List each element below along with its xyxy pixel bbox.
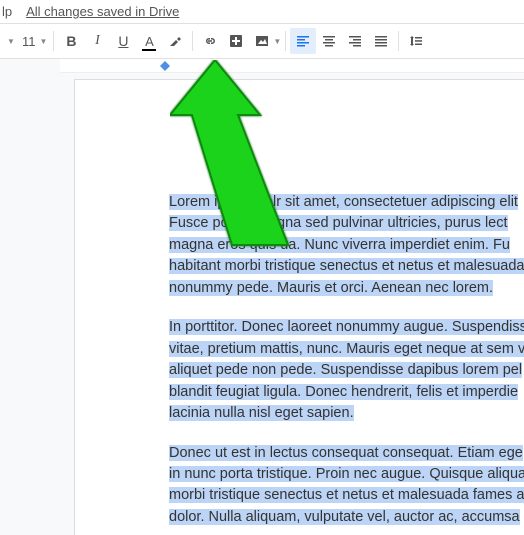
more-dropdown[interactable]: ▼ bbox=[2, 28, 20, 54]
document-canvas: Lorem ipsum dolr sit amet, consectetuer … bbox=[0, 59, 524, 535]
align-center-button[interactable] bbox=[316, 28, 342, 54]
save-status[interactable]: All changes saved in Drive bbox=[26, 4, 179, 19]
paragraph-2[interactable]: In porttitor. Donec laoreet nonummy augu… bbox=[169, 317, 524, 424]
separator bbox=[53, 31, 54, 51]
align-left-icon bbox=[295, 33, 311, 49]
align-justify-icon bbox=[373, 33, 389, 49]
chevron-down-icon: ▼ bbox=[40, 37, 48, 46]
help-menu[interactable]: lp bbox=[2, 4, 12, 19]
align-left-button[interactable] bbox=[290, 28, 316, 54]
separator bbox=[398, 31, 399, 51]
ruler[interactable] bbox=[60, 59, 524, 73]
chevron-down-icon: ▼ bbox=[7, 37, 15, 46]
align-justify-button[interactable] bbox=[368, 28, 394, 54]
separator bbox=[285, 31, 286, 51]
line-spacing-button[interactable] bbox=[403, 28, 429, 54]
page[interactable]: Lorem ipsum dolr sit amet, consectetuer … bbox=[74, 79, 524, 535]
underline-button[interactable]: U bbox=[110, 28, 136, 54]
bold-button[interactable]: B bbox=[58, 28, 84, 54]
indent-marker[interactable] bbox=[160, 61, 170, 71]
toolbar: ▼ 11 ▼ B I U A ▼ bbox=[0, 23, 524, 59]
image-button[interactable] bbox=[249, 28, 275, 54]
separator bbox=[192, 31, 193, 51]
image-icon bbox=[254, 33, 270, 49]
chevron-down-icon: ▼ bbox=[273, 37, 281, 46]
font-size-value: 11 bbox=[22, 34, 36, 49]
link-button[interactable] bbox=[197, 28, 223, 54]
menu-bar: lp All changes saved in Drive bbox=[0, 0, 524, 23]
paragraph-3[interactable]: Donec ut est in lectus consequat consequ… bbox=[169, 443, 524, 529]
paragraph-1[interactable]: Lorem ipsum dolr sit amet, consectetuer … bbox=[169, 192, 524, 299]
comment-icon bbox=[228, 33, 244, 49]
line-spacing-icon bbox=[408, 33, 424, 49]
align-right-button[interactable] bbox=[342, 28, 368, 54]
highlight-icon bbox=[167, 33, 183, 49]
comment-button[interactable] bbox=[223, 28, 249, 54]
link-icon bbox=[202, 33, 218, 49]
text-color-swatch bbox=[142, 49, 156, 51]
align-center-icon bbox=[321, 33, 337, 49]
italic-button[interactable]: I bbox=[84, 28, 110, 54]
highlight-button[interactable] bbox=[162, 28, 188, 54]
font-size-control[interactable]: 11 ▼ bbox=[22, 34, 47, 49]
text-color-button[interactable]: A bbox=[136, 28, 162, 54]
align-right-icon bbox=[347, 33, 363, 49]
